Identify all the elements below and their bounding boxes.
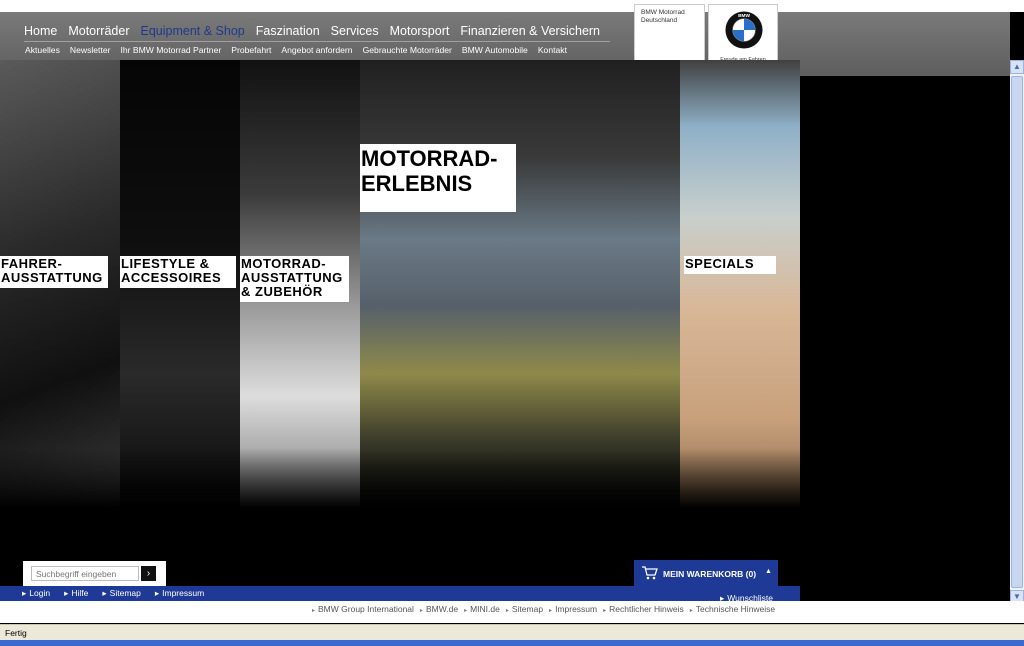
panel-motorraderlebnis[interactable]: MOTORRAD- ERLEBNIS <box>360 60 680 508</box>
footer-link-label: MINI.de <box>470 604 500 614</box>
nav-motorraeder[interactable]: Motorräder <box>68 24 129 38</box>
panel-label-lifestyle: LIFESTYLE & ACCESSOIRES <box>120 256 236 288</box>
footer-link-group[interactable]: ▸ BMW Group International <box>312 604 414 614</box>
scroll-up-button[interactable]: ▲ <box>1010 60 1024 74</box>
nav-services[interactable]: Services <box>331 24 379 38</box>
subnav-gebrauchte[interactable]: Gebrauchte Motorräder <box>363 45 452 55</box>
subnav-aktuelles[interactable]: Aktuelles <box>25 45 60 55</box>
panel-label-fahrerausstattung: FAHRER- AUSSTATTUNG <box>0 256 108 288</box>
nav-motorsport[interactable]: Motorsport <box>390 24 450 38</box>
footer-link-sitemap[interactable]: ▸ Sitemap <box>506 604 543 614</box>
footer-link-technisch[interactable]: ▸ Technische Hinweise <box>690 604 775 614</box>
shopping-cart-icon <box>642 566 658 580</box>
panel-fahrerausstattung[interactable]: FAHRER- AUSSTATTUNG <box>0 60 120 508</box>
link-hilfe-label: Hilfe <box>71 588 89 598</box>
footer-link-impressum[interactable]: ▸ Impressum <box>549 604 597 614</box>
panel-fade <box>360 448 680 508</box>
panel-specials[interactable]: SPECIALS <box>680 60 800 508</box>
arrow-right-icon: ▸ <box>64 588 69 598</box>
cart-expand-icon[interactable]: ▲ <box>765 568 772 575</box>
nav-finanzieren[interactable]: Finanzieren & Versichern <box>460 24 600 38</box>
footer-link-label: Rechtlicher Hinweis <box>609 604 684 614</box>
search-input[interactable] <box>31 566 139 581</box>
main-navigation: Home Motorräder Equipment & Shop Faszina… <box>24 24 600 38</box>
panel-label-motorraderlebnis: MOTORRAD- ERLEBNIS <box>360 144 516 212</box>
arrow-right-icon: ▸ <box>419 608 423 614</box>
panel-fade <box>240 448 360 508</box>
roundel-letters: BMW <box>738 13 750 19</box>
panel-fade <box>120 448 240 508</box>
arrow-right-icon: ▸ <box>154 588 160 598</box>
footer-link-rechtlich[interactable]: ▸ Rechtlicher Hinweis <box>603 604 684 614</box>
status-text: Fertig <box>5 628 27 638</box>
nav-divider <box>24 41 610 42</box>
browser-status-bar: Fertig <box>0 624 1024 641</box>
nav-faszination[interactable]: Faszination <box>256 24 320 38</box>
subnav-partner[interactable]: Ihr BMW Motorrad Partner <box>120 45 221 55</box>
footer-link-mini[interactable]: ▸ MINI.de <box>464 604 500 614</box>
subnav-probefahrt[interactable]: Probefahrt <box>231 45 271 55</box>
nav-equipment-shop[interactable]: Equipment & Shop <box>140 24 244 38</box>
brand-line-2: Deutschland <box>641 17 678 24</box>
link-sitemap[interactable]: ▸ Sitemap <box>102 588 140 599</box>
panel-fade <box>0 448 120 508</box>
search-box: › <box>23 561 166 586</box>
arrow-right-icon: ▸ <box>603 608 607 614</box>
panel-motorradausstattung[interactable]: MOTORRAD- AUSSTATTUNG & ZUBEHÖR <box>240 60 360 508</box>
sub-navigation: Aktuelles Newsletter Ihr BMW Motorrad Pa… <box>25 45 567 55</box>
footer-link-label: Technische Hinweise <box>695 604 776 614</box>
subnav-angebot[interactable]: Angebot anfordern <box>281 45 352 55</box>
browser-top-strip <box>0 0 1024 12</box>
footer-link-label: Impressum <box>555 604 598 614</box>
link-sitemap-label: Sitemap <box>109 588 141 598</box>
arrow-right-icon: ▸ <box>505 608 509 614</box>
footer-link-bmw[interactable]: ▸ BMW.de <box>420 604 458 614</box>
arrow-right-icon: ▸ <box>689 608 693 614</box>
arrow-right-icon: ▸ <box>312 608 316 614</box>
brand-line-1: BMW Motorrad <box>641 9 685 16</box>
footer-link-label: BMW Group International <box>318 604 414 614</box>
arrow-right-icon: ▸ <box>549 608 553 614</box>
panel-label-motorradausstattung: MOTORRAD- AUSSTATTUNG & ZUBEHÖR <box>240 256 349 302</box>
footer-link-label: BMW.de <box>425 604 459 614</box>
subnav-newsletter[interactable]: Newsletter <box>70 45 111 55</box>
scroll-thumb[interactable] <box>1011 76 1023 588</box>
panel-fade <box>680 448 800 508</box>
footer-link-label: Sitemap <box>511 604 544 614</box>
arrow-right-icon: ▸ <box>22 588 27 598</box>
arrow-right-icon: ▸ <box>102 588 107 598</box>
link-impressum[interactable]: ▸ Impressum <box>155 588 204 599</box>
subnav-kontakt[interactable]: Kontakt <box>538 45 567 55</box>
bmw-roundel-icon: BMW <box>725 11 763 49</box>
cart-label: MEIN WARENKORB (0) <box>663 569 757 579</box>
cart-button[interactable]: MEIN WARENKORB (0) ▲ <box>634 560 778 586</box>
nav-home[interactable]: Home <box>24 24 57 38</box>
link-impressum-label: Impressum <box>162 588 205 598</box>
link-login[interactable]: ▸ Login <box>22 588 50 599</box>
bottom-links: ▸ Login ▸ Hilfe ▸ Sitemap ▸ Impressum <box>22 588 204 599</box>
taskbar <box>0 640 1024 646</box>
search-submit-button[interactable]: › <box>141 566 156 581</box>
vertical-scrollbar[interactable]: ▲ ▼ <box>1010 60 1024 604</box>
arrow-right-icon: ▸ <box>464 608 468 614</box>
subnav-automobile[interactable]: BMW Automobile <box>462 45 528 55</box>
panel-label-specials: SPECIALS <box>684 256 776 274</box>
footer-links: ▸ BMW Group International ▸ BMW.de ▸ MINI.d… <box>312 604 775 614</box>
link-hilfe[interactable]: ▸ Hilfe <box>64 588 88 599</box>
link-login-label: Login <box>29 588 51 598</box>
panel-lifestyle[interactable]: LIFESTYLE & ACCESSOIRES <box>120 60 240 508</box>
